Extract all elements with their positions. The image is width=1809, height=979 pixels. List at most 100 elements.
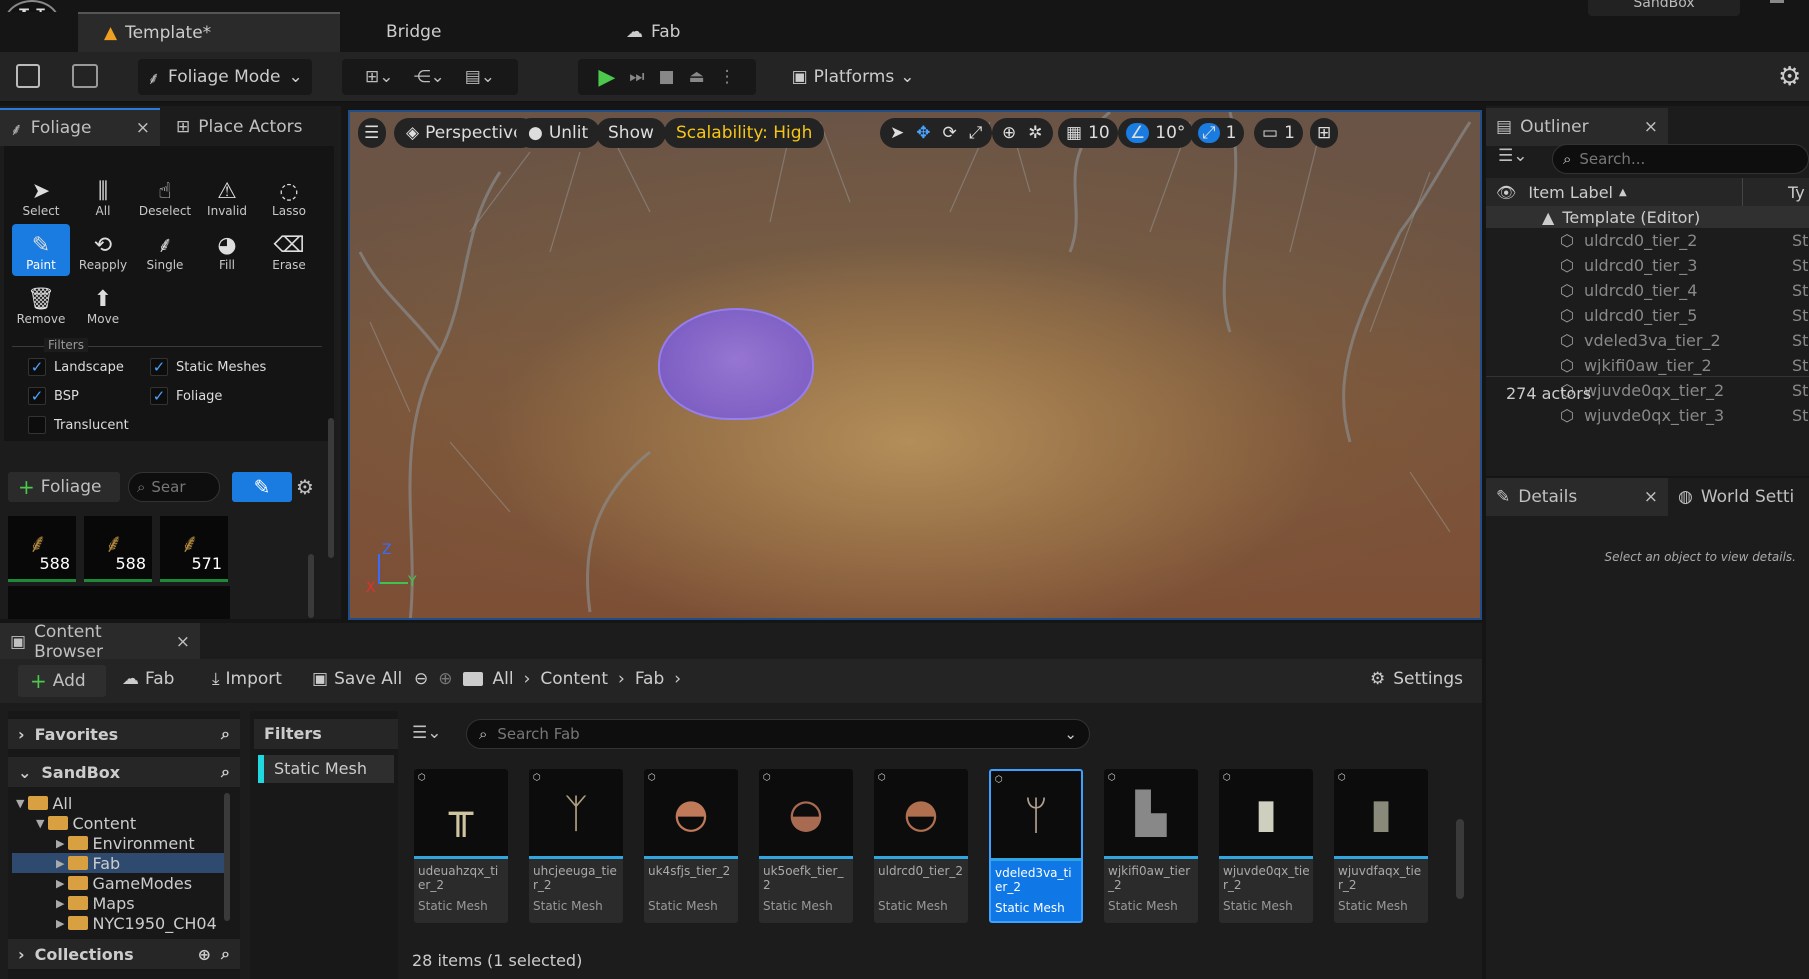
filter-bsp[interactable]: ✓ BSP [28, 387, 79, 405]
folder-all[interactable]: ▼ All [12, 793, 224, 813]
platforms-dropdown[interactable]: ▣ Platforms ⌄ [786, 59, 920, 95]
tool-all[interactable]: ⫼ All [74, 170, 132, 222]
add-collection-icon[interactable]: ⊕ [198, 945, 211, 964]
scale-icon[interactable]: ⤢ [969, 123, 983, 143]
asset-tile[interactable]: ⬡ ᛘ vdeled3va_tier_2 Static Mesh [989, 769, 1083, 923]
checkbox[interactable]: ✓ [28, 387, 46, 405]
sandbox-section[interactable]: ⌄ SandBox ⌕ [8, 757, 240, 787]
fab-button[interactable]: ☁ Fab [122, 669, 174, 689]
breadcrumb-fab[interactable]: Fab [635, 669, 664, 689]
save-all-button[interactable]: ▣ Save All [312, 669, 402, 689]
stop-icon[interactable]: ■ [659, 67, 675, 87]
asset-search-input[interactable]: ⌕ Search Fab ⌄ [466, 719, 1090, 749]
eject-icon[interactable]: ⏏ [689, 67, 705, 87]
camera-speed-button[interactable]: ▭ 1 [1254, 118, 1303, 148]
tool-invalid[interactable]: ⚠ Invalid [198, 170, 256, 222]
tab-fab[interactable]: ☁ Fab [600, 12, 706, 52]
tool-move[interactable]: ⬆ Move [74, 278, 132, 330]
item-label-column[interactable]: Item Label [1528, 183, 1613, 202]
asset-tile[interactable]: ⬡ ▙ wjkifi0aw_tier_2 Static Mesh [1104, 769, 1198, 923]
outliner-row[interactable]: ⬡ uldrcd0_tier_5 St [1486, 303, 1809, 328]
search-icon[interactable]: ⌕ [221, 762, 230, 782]
outliner-search-input[interactable]: ⌕ Search... [1552, 144, 1809, 174]
tab-world-settings[interactable]: ◍ World Setti [1668, 478, 1809, 516]
tool-reapply[interactable]: ⟲ Reapply [74, 224, 132, 276]
grid-snap-button[interactable]: ▦ 10 [1058, 118, 1118, 148]
collections-section[interactable]: › Collections ⊕ ⌕ [8, 939, 240, 969]
foliage-search-input[interactable]: ⌕ Sear [128, 472, 220, 502]
asset-tile[interactable]: ⬡ ╥ udeuahzqx_tier_2 Static Mesh [414, 769, 508, 923]
asset-scrollbar[interactable] [1456, 819, 1464, 899]
settings-gear-icon[interactable]: ⚙ [1778, 62, 1801, 92]
step-icon[interactable]: ⏭ [629, 67, 644, 87]
close-icon[interactable]: × [136, 118, 150, 138]
tree-scrollbar[interactable] [224, 793, 230, 921]
outliner-row[interactable]: ⬡ wjkifi0aw_tier_2 St [1486, 353, 1809, 378]
tool-erase[interactable]: ⌫ Erase [260, 224, 318, 276]
layout-icon[interactable]: ⊞ [1310, 118, 1339, 148]
filter-translucent[interactable]: Translucent [28, 416, 129, 434]
close-icon[interactable]: × [1644, 117, 1658, 137]
foliage-mode-dropdown[interactable]: ⸙ Foliage Mode ⌄ [138, 59, 312, 95]
blueprint-icon[interactable]: ⋲⌄ [413, 67, 444, 87]
breadcrumb-content[interactable]: Content [540, 669, 608, 689]
scalability-badge[interactable]: Scalability: High [664, 118, 825, 148]
folder-maps[interactable]: ▶ Maps [12, 893, 224, 913]
scale-snap-button[interactable]: ⤢ 1 [1190, 118, 1245, 148]
tool-remove[interactable]: 🗑 Remove [12, 278, 70, 330]
perspective-button[interactable]: ◈ Perspective [394, 118, 536, 148]
surface-snap-icon[interactable]: ✲ [1028, 123, 1042, 143]
thumbs-scrollbar[interactable] [308, 554, 314, 618]
add-button[interactable]: + Add [18, 665, 106, 697]
level-viewport[interactable]: ☰ ◈ Perspective ● Unlit Show Scalability: … [348, 110, 1482, 620]
foliage-type-thumbnail[interactable]: ⸙ 588 [8, 516, 76, 582]
tool-paint[interactable]: ✎ Paint [12, 224, 70, 276]
panel-scrollbar[interactable] [328, 418, 334, 558]
outliner-row[interactable]: ⬡ vdeled3va_tier_2 St [1486, 328, 1809, 353]
outliner-row[interactable]: ⬡ uldrcd0_tier_3 St [1486, 253, 1809, 278]
select-cursor-icon[interactable]: ➤ [890, 123, 904, 143]
more-options-icon[interactable]: ⋮ [719, 67, 736, 87]
static-mesh-filter-chip[interactable]: Static Mesh [258, 755, 394, 783]
tab-place-actors[interactable]: ⊞ Place Actors [166, 108, 336, 146]
checkbox[interactable]: ✓ [150, 358, 168, 376]
folder-content[interactable]: ▼ Content [12, 813, 224, 833]
outliner-row[interactable]: ⬡ wjuvde0qx_tier_3 St [1486, 403, 1809, 428]
foliage-settings-gear-icon[interactable]: ⚙ [296, 472, 314, 502]
asset-tile[interactable]: ⬡ ◒ uk5oefk_tier_2 Static Mesh [759, 769, 853, 923]
translate-icon[interactable]: ✥ [916, 123, 930, 143]
search-icon[interactable]: ⌕ [221, 724, 230, 744]
asset-tile[interactable]: ⬡ ▮ wjuvde0qx_tier_2 Static Mesh [1219, 769, 1313, 923]
add-actor-icon[interactable]: ⊞⌄ [365, 67, 394, 87]
folder-nyc1950_ch04[interactable]: ▶ NYC1950_CH04 [12, 913, 224, 933]
angle-snap-button[interactable]: ∠ 10° [1118, 118, 1194, 148]
checkbox[interactable]: ✓ [150, 387, 168, 405]
world-icon[interactable]: ⊕ [1002, 123, 1016, 143]
project-tab[interactable]: SandBox [1588, 0, 1740, 16]
tool-fill[interactable]: ◕ Fill [198, 224, 256, 276]
search-icon[interactable]: ⌕ [221, 944, 230, 964]
outliner-row[interactable]: ⬡ uldrcd0_tier_2 St [1486, 228, 1809, 253]
asset-tile[interactable]: ⬡ ᛉ uhcjeeuga_tier_2 Static Mesh [529, 769, 623, 923]
asset-tile[interactable]: ⬡ ▮ wjuvdfaqx_tier_2 Static Mesh [1334, 769, 1428, 923]
play-icon[interactable]: ▶ [598, 65, 615, 90]
outliner-row[interactable]: ⬡ uldrcd0_tier_4 St [1486, 278, 1809, 303]
type-column[interactable]: Ty [1788, 183, 1805, 202]
view-mode-button[interactable]: ● Unlit [516, 118, 601, 148]
favorites-section[interactable]: › Favorites ⌕ [8, 719, 240, 749]
checkbox[interactable]: ✓ [28, 358, 46, 376]
import-button[interactable]: ⤓ Import [212, 669, 282, 689]
tab-content-browser[interactable]: ▣ Content Browser × [0, 622, 200, 662]
breadcrumb-all[interactable]: All [493, 669, 514, 689]
close-icon[interactable]: × [1644, 487, 1658, 507]
outliner-root-row[interactable]: ▲ Template (Editor) [1486, 206, 1809, 228]
tool-select[interactable]: ➤ Select [12, 170, 70, 222]
filter-foliage[interactable]: ✓ Foliage [150, 387, 222, 405]
tab-details[interactable]: ✎ Details × [1486, 478, 1668, 516]
viewport-menu-icon[interactable]: ☰ [358, 118, 386, 148]
checkbox[interactable] [28, 416, 46, 434]
tool-deselect[interactable]: ☝ Deselect [136, 170, 194, 222]
filter-dropdown-icon[interactable]: ☰⌄ [412, 723, 441, 743]
asset-tile[interactable]: ⬡ ◓ uk4sfjs_tier_2 Static Mesh [644, 769, 738, 923]
outliner-filter-icon[interactable]: ☰⌄ [1498, 146, 1527, 166]
